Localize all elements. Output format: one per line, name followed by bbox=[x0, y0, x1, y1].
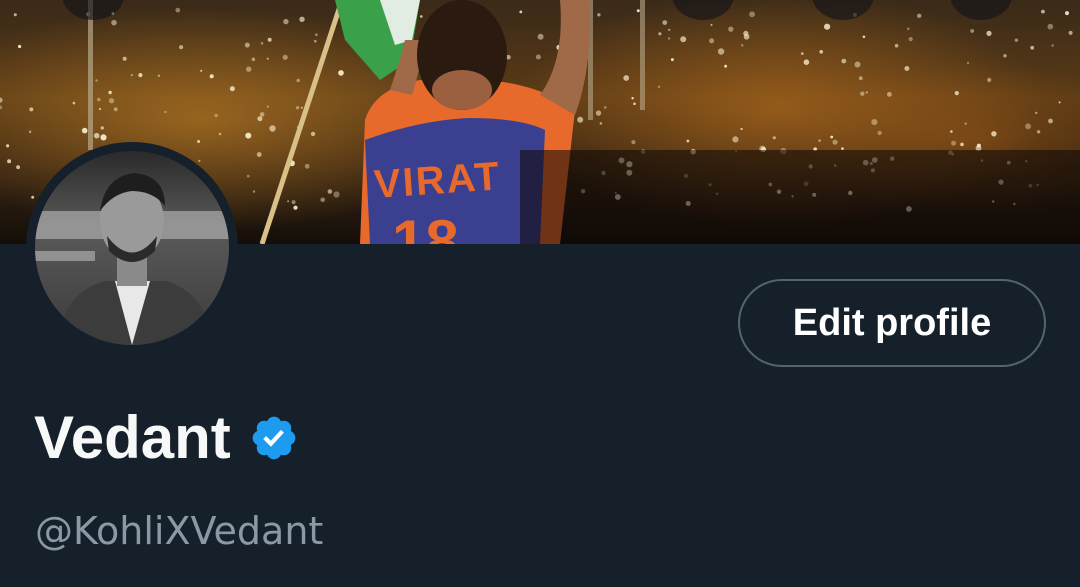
user-handle: @KohliXVedant bbox=[35, 509, 324, 553]
avatar[interactable] bbox=[26, 142, 238, 354]
avatar-photo bbox=[35, 151, 229, 345]
profile-page: VIRAT 18 Edit profile Vedant @KohliXVeda… bbox=[0, 0, 1080, 587]
jersey-number: 18 bbox=[392, 208, 459, 244]
verified-badge-icon[interactable] bbox=[249, 413, 299, 463]
display-name: Vedant bbox=[34, 404, 231, 471]
edit-profile-button[interactable]: Edit profile bbox=[738, 279, 1046, 367]
jersey-name: VIRAT bbox=[373, 154, 503, 207]
name-row: Vedant bbox=[34, 398, 299, 478]
